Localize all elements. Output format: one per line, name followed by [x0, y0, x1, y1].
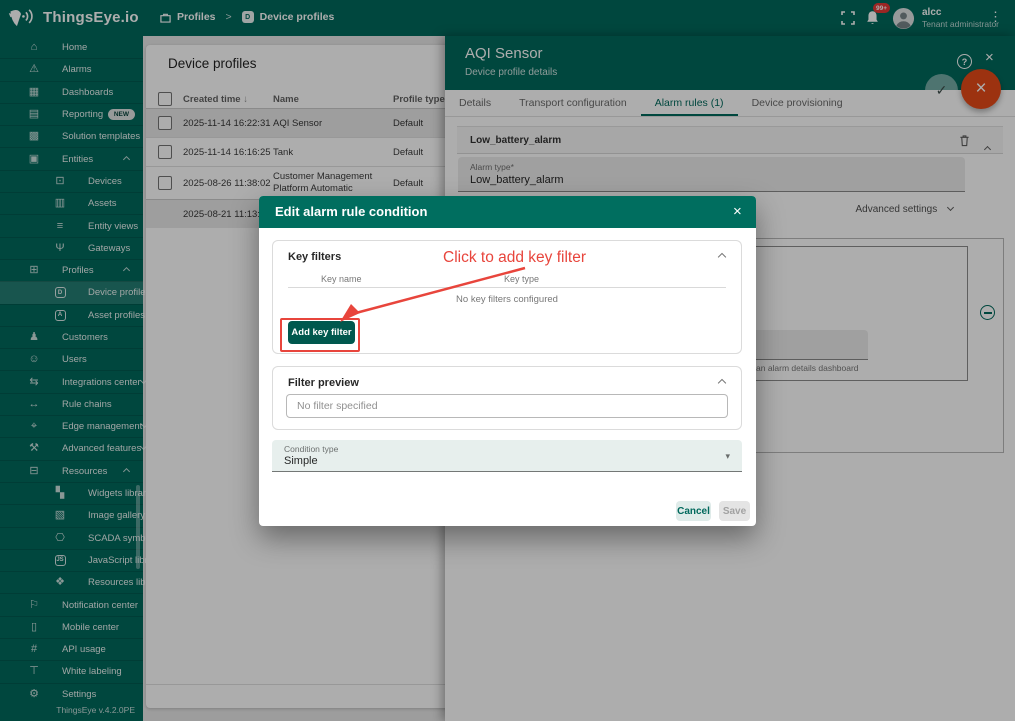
- condition-type-value: Simple: [272, 454, 742, 467]
- filter-preview-card: Filter preview: [272, 366, 742, 430]
- filter-preview-input[interactable]: [286, 394, 728, 418]
- filter-preview-title: Filter preview: [288, 377, 359, 389]
- dialog-title: Edit alarm rule condition: [275, 204, 427, 219]
- condition-type-select[interactable]: Condition type Simple ▾: [272, 440, 742, 472]
- close-icon[interactable]: ×: [733, 203, 742, 220]
- chevron-up-icon[interactable]: [718, 379, 726, 387]
- condition-type-label: Condition type: [272, 440, 742, 454]
- screen: ThingsEye.io Profiles > D Device profile…: [0, 0, 1015, 721]
- edit-alarm-rule-condition-dialog: Edit alarm rule condition × Key filters …: [259, 196, 756, 526]
- dropdown-caret-icon: ▾: [725, 451, 730, 462]
- cancel-button[interactable]: Cancel: [676, 501, 711, 521]
- annotation-highlight-rect: [280, 318, 360, 352]
- save-button[interactable]: Save: [719, 501, 750, 521]
- dialog-header: Edit alarm rule condition ×: [259, 196, 756, 228]
- chevron-up-icon[interactable]: [718, 253, 726, 261]
